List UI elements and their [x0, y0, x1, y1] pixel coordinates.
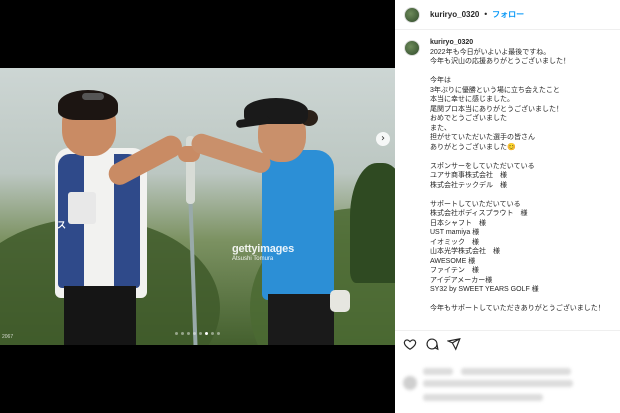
caption-line: 山本光学株式会社 様	[430, 248, 500, 255]
carousel-dot	[205, 332, 208, 335]
follow-button[interactable]: フォロー	[492, 9, 524, 20]
post-photo[interactable]: ス gettyimages Atsushi Tomura 2067	[0, 68, 395, 345]
post-header: kuriryo_0320 • フォロー	[395, 0, 620, 30]
caption-line: 担がせていただいた選手の皆さん	[430, 134, 535, 141]
blurred-text	[461, 368, 571, 375]
blurred-text	[423, 368, 453, 375]
caption-line: 3年ぶりに優勝という場に立ち会えたこと	[430, 86, 560, 94]
caddie-bib-text: ス	[57, 221, 67, 231]
caption-line: 株式会社ボディスプラウト 様	[430, 210, 528, 217]
caption-line: スポンサーをしていただいている	[430, 162, 535, 170]
caption-line	[430, 152, 615, 162]
watermark-logo: gettyimages	[232, 243, 294, 255]
background-tree	[350, 163, 395, 283]
caption-line	[430, 67, 615, 77]
caption-line: 本当に幸せに感じました。	[430, 96, 514, 103]
caption-text: kuriryo_0320 2022年も今日がいよいよ最後ですね。今年も沢山の応援…	[430, 38, 615, 328]
post-side-panel: kuriryo_0320 • フォロー kuriryo_0320 2022年も今…	[395, 0, 620, 413]
carousel-dot	[187, 332, 190, 335]
caption-line: アイデアメーカー様	[430, 276, 493, 284]
blurred-avatar	[403, 376, 417, 390]
carousel-dot	[181, 332, 184, 335]
caption-line: 株式会社テックデル 様	[430, 181, 507, 189]
carousel-dot	[175, 332, 178, 335]
caption-line: AWESOME 様	[430, 257, 476, 265]
action-bar	[395, 330, 620, 356]
caption-line: ファイテン 様	[430, 267, 479, 274]
caption-line: イオミック 様	[430, 238, 479, 246]
post-media-pane: ス gettyimages Atsushi Tomura 2067 ›	[0, 0, 395, 413]
caption-line: 2022年も今日がいよいよ最後ですね。	[430, 48, 551, 56]
avatar[interactable]	[404, 6, 420, 23]
header-username[interactable]: kuriryo_0320	[430, 10, 479, 19]
caption-username[interactable]: kuriryo_0320	[430, 38, 615, 48]
caption-line: 今年も沢山の応援ありがとうございました！	[430, 58, 570, 65]
getty-watermark: gettyimages Atsushi Tomura	[232, 243, 294, 262]
blurred-text	[423, 380, 573, 387]
caption-line: 今年は	[430, 77, 451, 84]
carousel-dot	[211, 332, 214, 335]
comment-icon[interactable]	[425, 337, 439, 351]
caption-line: 尾関プロ本当にありがとうございました！	[430, 105, 563, 113]
caption-avatar[interactable]	[404, 40, 420, 56]
caption-line: また、	[430, 124, 451, 132]
caption-block: kuriryo_0320 2022年も今日がいよいよ最後ですね。今年も沢山の応援…	[395, 38, 620, 328]
caption-line: おめでとうございました	[430, 115, 507, 122]
caption-line	[430, 295, 615, 305]
carousel-dot	[217, 332, 220, 335]
carousel-indicator	[0, 332, 395, 335]
caption-line: ユアサ商事株式会社 様	[430, 172, 507, 179]
carousel-dot	[193, 332, 196, 335]
caption-line	[430, 190, 615, 200]
caption-line: 日本シャフト 様	[430, 219, 486, 227]
header-separator: •	[483, 10, 489, 19]
caption-line: サポートしていただいている	[430, 200, 521, 208]
caption-line: UST mamiya 様	[430, 229, 480, 236]
blurred-text	[423, 394, 543, 401]
heart-icon[interactable]	[403, 337, 417, 351]
carousel-dot	[199, 332, 202, 335]
caption-line: 今年もサポートしていただきありがとうございました！	[430, 305, 605, 312]
caption-line: SY32 by SWEET YEARS GOLF 様	[430, 286, 539, 293]
watermark-credit: Atsushi Tomura	[232, 256, 274, 262]
chevron-right-icon[interactable]: ›	[376, 132, 390, 146]
caption-line: ありがとうございました😊	[430, 143, 516, 151]
share-icon[interactable]	[447, 337, 461, 351]
